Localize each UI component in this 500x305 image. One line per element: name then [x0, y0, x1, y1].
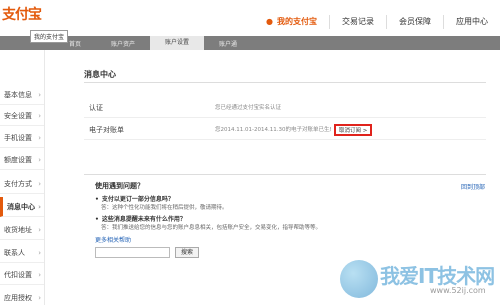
subnav-assets[interactable]: 账户资产: [96, 39, 150, 48]
watermark-url: www.52ij.com: [430, 286, 486, 295]
bullet-icon: •: [95, 196, 99, 203]
sidebar-item-label: 额度设置: [4, 156, 32, 164]
watermark-logo-icon: [340, 260, 378, 298]
faq-question-text: 这些消息提醒未来有什么作用？: [101, 216, 186, 223]
faq-item: • 支付以更订一部分信息吗？ 答：这种个性化功能我们将在稍后提供，敬请期待。: [95, 195, 475, 213]
watermark-text: 我爱IT技术网: [380, 264, 495, 288]
row-value: 您2014.11.01-2014.11.30的电子对账单已生成: [215, 120, 331, 140]
sidebar-item-address[interactable]: 收货地址 ›: [0, 220, 44, 240]
faq-question[interactable]: • 支付以更订一部分信息吗？: [95, 195, 475, 204]
faq-answer: 答：这种个性化功能我们将在稍后提供，敬请期待。: [101, 205, 228, 211]
sidebar-item-payment[interactable]: 支付方式 ›: [0, 174, 44, 194]
nav-app-center[interactable]: 应用中心: [443, 15, 500, 29]
nav-transactions[interactable]: 交易记录: [329, 15, 386, 29]
sidebar-item-limits[interactable]: 额度设置 ›: [0, 150, 44, 170]
chevron-right-icon: ›: [38, 156, 41, 164]
sub-navigation: 首页 账户资产 账户设置 账户通: [0, 36, 500, 50]
more-help-link[interactable]: 更多相关帮助: [95, 235, 131, 244]
top-navigation: ● 我的支付宝 交易记录 会员保障 应用中心: [254, 15, 500, 29]
sidebar-item-label: 消息中心: [7, 203, 35, 211]
help-title: 使用遇到问题？: [95, 182, 144, 190]
site-watermark: 我爱IT技术网 www.52ij.com: [340, 258, 500, 305]
sidebar: 基本信息 › 安全设置 › 手机设置 › 额度设置 › 支付方式 › 消息中心 › 收货地址…: [0, 50, 44, 305]
sidebar-item-label: 联系人: [4, 249, 25, 257]
sidebar-item-security[interactable]: 安全设置 ›: [0, 106, 44, 126]
sidebar-item-contacts[interactable]: 联系人 ›: [0, 243, 44, 263]
alipay-logo[interactable]: 支付宝: [2, 4, 42, 24]
top-header: 支付宝 ● 我的支付宝 交易记录 会员保障 应用中心: [0, 0, 500, 36]
tooltip: 我的支付宝: [30, 30, 69, 43]
unsubscribe-link[interactable]: 取消订阅 >: [334, 124, 373, 136]
verification-row: 认证 您已经通过支付宝实名认证: [84, 98, 486, 118]
sidebar-item-label: 安全设置: [4, 112, 32, 120]
sidebar-item-label: 支付方式: [4, 180, 32, 188]
sidebar-item-app-auth[interactable]: 应用授权 ›: [0, 288, 44, 305]
subnav-account-pass[interactable]: 账户通: [204, 39, 252, 48]
sidebar-item-label: 应用授权: [4, 294, 32, 302]
row-value: 您已经通过支付宝实名认证: [215, 105, 282, 111]
sidebar-item-label: 手机设置: [4, 134, 32, 142]
sidebar-item-label: 收货地址: [4, 226, 32, 234]
chevron-right-icon: ›: [38, 203, 41, 211]
chevron-right-icon: ›: [38, 180, 41, 188]
faq-question[interactable]: • 这些消息提醒未来有什么作用？: [95, 215, 475, 224]
chevron-right-icon: ›: [38, 134, 41, 142]
row-label: 电子对账单: [89, 126, 124, 134]
row-value-text: 您2014.11.01-2014.11.30的电子对账单已生成: [215, 127, 331, 133]
chevron-right-icon: ›: [38, 294, 41, 302]
nav-member-protection[interactable]: 会员保障: [386, 15, 443, 29]
sidebar-item-auto-debit[interactable]: 代扣设置 ›: [0, 265, 44, 285]
title-divider: [84, 82, 486, 83]
faq-answer: 答：我们推送给您的信息与您的账户息息相关，包括账户安全，交易变化，指导帮助等等。: [101, 225, 322, 231]
faq-question-text: 支付以更订一部分信息吗？: [101, 196, 174, 203]
chevron-right-icon: ›: [38, 249, 41, 257]
chevron-right-icon: ›: [38, 226, 41, 234]
page-title: 消息中心: [84, 70, 116, 79]
e-statement-row: 电子对账单 您2014.11.01-2014.11.30的电子对账单已生成 取消…: [84, 120, 486, 140]
chevron-right-icon: ›: [38, 91, 41, 99]
active-dot-icon: ●: [266, 17, 273, 26]
help-divider: [84, 174, 486, 175]
help-search-input[interactable]: [95, 247, 170, 258]
faq-item: • 这些消息提醒未来有什么作用？ 答：我们推送给您的信息与您的账户息息相关，包括账…: [95, 215, 475, 233]
nav-label: 我的支付宝: [277, 17, 317, 26]
nav-my-alipay[interactable]: ● 我的支付宝: [254, 15, 329, 29]
chevron-right-icon: ›: [38, 112, 41, 120]
back-to-top-link[interactable]: 回到顶部: [461, 182, 485, 191]
chevron-right-icon: ›: [38, 271, 41, 279]
bullet-icon: •: [95, 216, 99, 223]
sidebar-item-label: 代扣设置: [4, 271, 32, 279]
sidebar-item-phone[interactable]: 手机设置 ›: [0, 128, 44, 148]
subnav-account-settings[interactable]: 账户设置: [150, 36, 205, 50]
sidebar-item-message-center[interactable]: 消息中心 ›: [0, 197, 44, 217]
sidebar-item-label: 基本信息: [4, 91, 32, 99]
row-label: 认证: [89, 104, 103, 112]
sidebar-item-basic-info[interactable]: 基本信息 ›: [0, 85, 44, 105]
help-search-button[interactable]: 搜索: [175, 247, 199, 258]
